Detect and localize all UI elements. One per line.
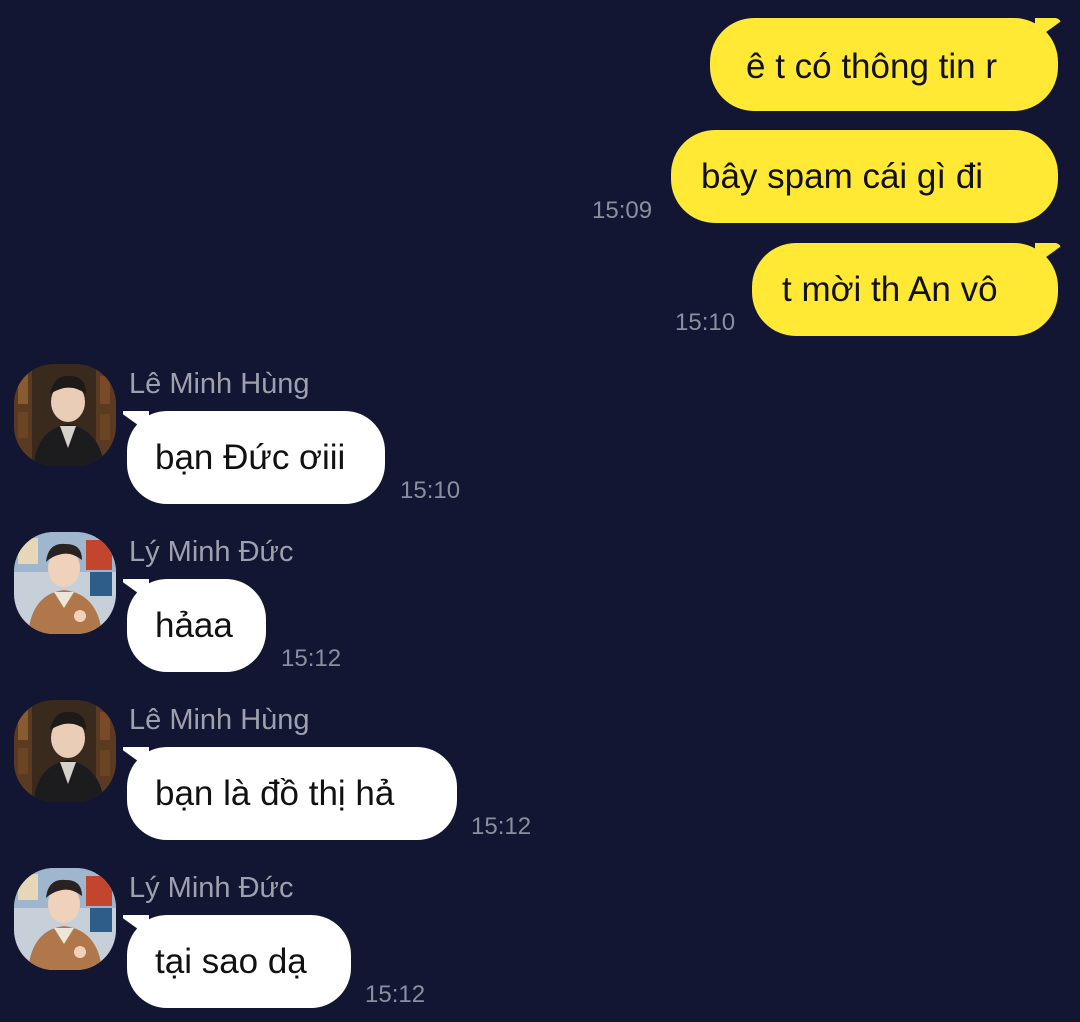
outgoing-message-bubble[interactable]: bây spam cái gì đi [671, 130, 1058, 223]
sender-avatar[interactable] [14, 364, 116, 466]
incoming-message-bubble[interactable]: tại sao dạ [123, 915, 351, 1008]
message-text: tại sao dạ [155, 942, 307, 981]
outgoing-message-bubble[interactable]: t mời th An vô [752, 243, 1061, 336]
incoming-message-bubble[interactable]: hảaa [123, 579, 266, 672]
message-timestamp: 15:12 [471, 813, 532, 840]
message-timestamp: 15:10 [675, 309, 736, 336]
sender-name: Lý Minh Đức [129, 872, 294, 904]
sender-name: Lý Minh Đức [129, 536, 294, 568]
sender-name: Lê Minh Hùng [129, 368, 310, 400]
message-text: ê t có thông tin r [746, 47, 997, 86]
outgoing-message-bubble[interactable]: ê t có thông tin r [710, 18, 1061, 111]
message-text: bây spam cái gì đi [701, 157, 984, 196]
avatar-photo-hung [14, 700, 116, 802]
message-timestamp: 15:09 [592, 197, 653, 224]
incoming-message-bubble[interactable]: bạn Đức ơiii [123, 411, 385, 504]
message-text: bạn Đức ơiii [155, 438, 346, 477]
message-text: t mời th An vô [782, 270, 998, 309]
avatar-photo-duc [14, 532, 116, 634]
avatar-photo-duc [14, 868, 116, 970]
sender-avatar[interactable] [14, 532, 116, 634]
sender-avatar[interactable] [14, 700, 116, 802]
chat-message-list[interactable]: ê t có thông tin r bây spam cái gì đi 15… [0, 0, 1080, 1022]
incoming-message-bubble[interactable]: bạn là đồ thị hả [123, 747, 457, 840]
avatar-photo-hung [14, 364, 116, 466]
message-timestamp: 15:12 [281, 645, 342, 672]
message-text: bạn là đồ thị hả [155, 774, 395, 813]
sender-name: Lê Minh Hùng [129, 704, 310, 736]
message-timestamp: 15:10 [400, 477, 461, 504]
message-text: hảaa [155, 606, 233, 645]
message-timestamp: 15:12 [365, 981, 426, 1008]
sender-avatar[interactable] [14, 868, 116, 970]
